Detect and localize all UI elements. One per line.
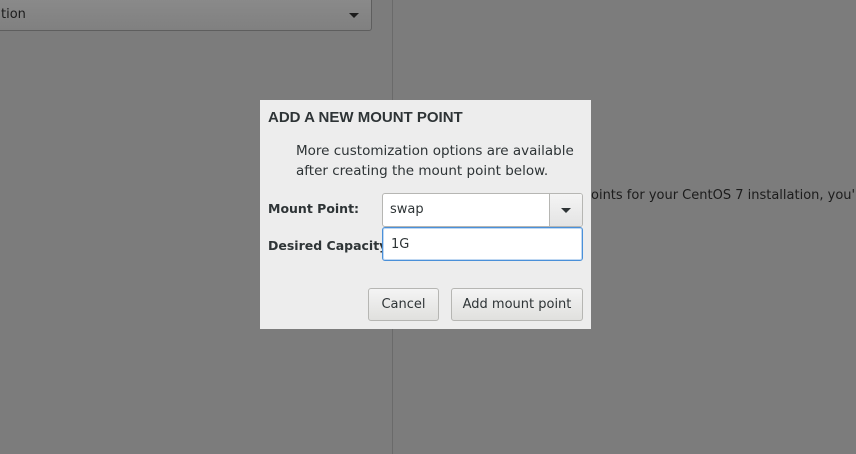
dialog-info-line-2: after creating the mount point below. bbox=[296, 163, 549, 179]
dialog-info-line-1: More customization options are available bbox=[296, 143, 574, 159]
chevron-down-icon bbox=[349, 13, 359, 18]
partitioning-scheme-combo: tion bbox=[0, 0, 372, 31]
background-info-text: oints for your CentOS 7 installation, yo… bbox=[591, 188, 856, 203]
add-mount-point-button[interactable]: Add mount point bbox=[451, 288, 583, 321]
chevron-down-icon bbox=[561, 208, 571, 213]
add-mount-point-dialog: ADD A NEW MOUNT POINT More customization… bbox=[260, 100, 591, 329]
cancel-button[interactable]: Cancel bbox=[368, 288, 439, 321]
mount-point-combo[interactable]: swap bbox=[382, 193, 583, 227]
partitioning-scheme-value: tion bbox=[1, 7, 26, 22]
desired-capacity-input[interactable] bbox=[382, 227, 583, 261]
dialog-title: ADD A NEW MOUNT POINT bbox=[268, 109, 463, 126]
mount-point-dropdown-button[interactable] bbox=[549, 194, 582, 226]
mount-point-label: Mount Point: bbox=[268, 201, 360, 216]
desired-capacity-label: Desired Capacity: bbox=[268, 238, 393, 253]
dialog-info-text: More customization options are available… bbox=[296, 141, 586, 181]
mount-point-value[interactable]: swap bbox=[390, 202, 424, 217]
